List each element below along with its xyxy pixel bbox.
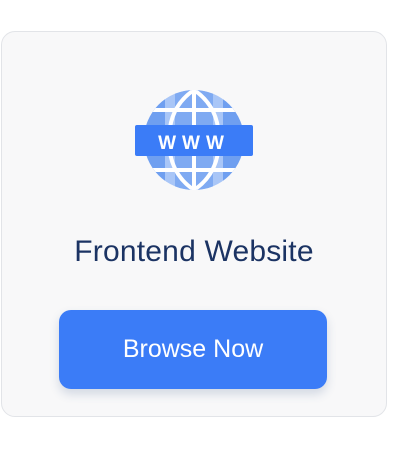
browse-now-button[interactable]: Browse Now	[59, 310, 327, 389]
card-title: Frontend Website	[74, 235, 314, 268]
website-card: WWW Frontend Website Browse Now	[1, 31, 387, 417]
globe-www-icon: WWW	[135, 88, 253, 192]
www-label: WWW	[158, 133, 230, 154]
